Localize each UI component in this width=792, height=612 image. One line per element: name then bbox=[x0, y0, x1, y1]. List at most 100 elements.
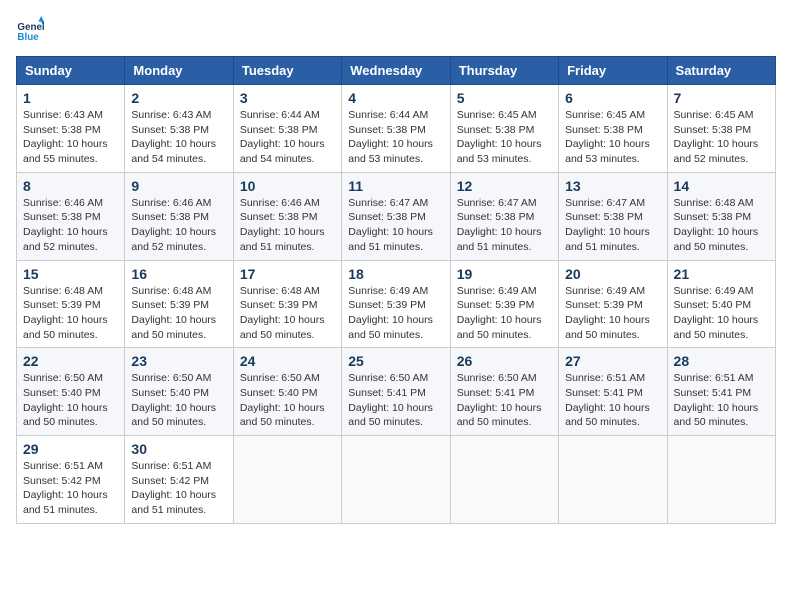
calendar-cell: 29 Sunrise: 6:51 AMSunset: 5:42 PMDaylig… bbox=[17, 436, 125, 524]
day-number: 13 bbox=[565, 178, 660, 194]
day-number: 28 bbox=[674, 353, 769, 369]
day-info: Sunrise: 6:49 AMSunset: 5:40 PMDaylight:… bbox=[674, 284, 769, 343]
day-number: 24 bbox=[240, 353, 335, 369]
day-info: Sunrise: 6:46 AMSunset: 5:38 PMDaylight:… bbox=[240, 196, 335, 255]
day-number: 12 bbox=[457, 178, 552, 194]
column-header-tuesday: Tuesday bbox=[233, 57, 341, 85]
calendar-cell: 16 Sunrise: 6:48 AMSunset: 5:39 PMDaylig… bbox=[125, 260, 233, 348]
calendar-cell: 15 Sunrise: 6:48 AMSunset: 5:39 PMDaylig… bbox=[17, 260, 125, 348]
page-header: General Blue bbox=[16, 16, 776, 44]
calendar-cell: 25 Sunrise: 6:50 AMSunset: 5:41 PMDaylig… bbox=[342, 348, 450, 436]
day-number: 29 bbox=[23, 441, 118, 457]
calendar-week-5: 29 Sunrise: 6:51 AMSunset: 5:42 PMDaylig… bbox=[17, 436, 776, 524]
column-header-saturday: Saturday bbox=[667, 57, 775, 85]
calendar-cell: 9 Sunrise: 6:46 AMSunset: 5:38 PMDayligh… bbox=[125, 172, 233, 260]
day-info: Sunrise: 6:51 AMSunset: 5:41 PMDaylight:… bbox=[674, 371, 769, 430]
calendar-week-1: 1 Sunrise: 6:43 AMSunset: 5:38 PMDayligh… bbox=[17, 85, 776, 173]
day-info: Sunrise: 6:48 AMSunset: 5:39 PMDaylight:… bbox=[240, 284, 335, 343]
calendar-cell: 28 Sunrise: 6:51 AMSunset: 5:41 PMDaylig… bbox=[667, 348, 775, 436]
day-number: 7 bbox=[674, 90, 769, 106]
calendar-table: SundayMondayTuesdayWednesdayThursdayFrid… bbox=[16, 56, 776, 524]
column-header-friday: Friday bbox=[559, 57, 667, 85]
calendar-week-4: 22 Sunrise: 6:50 AMSunset: 5:40 PMDaylig… bbox=[17, 348, 776, 436]
day-number: 19 bbox=[457, 266, 552, 282]
day-number: 16 bbox=[131, 266, 226, 282]
calendar-cell bbox=[450, 436, 558, 524]
day-info: Sunrise: 6:51 AMSunset: 5:42 PMDaylight:… bbox=[131, 459, 226, 518]
day-info: Sunrise: 6:50 AMSunset: 5:40 PMDaylight:… bbox=[240, 371, 335, 430]
day-info: Sunrise: 6:45 AMSunset: 5:38 PMDaylight:… bbox=[457, 108, 552, 167]
calendar-cell bbox=[233, 436, 341, 524]
calendar-week-2: 8 Sunrise: 6:46 AMSunset: 5:38 PMDayligh… bbox=[17, 172, 776, 260]
day-number: 1 bbox=[23, 90, 118, 106]
column-header-monday: Monday bbox=[125, 57, 233, 85]
day-number: 23 bbox=[131, 353, 226, 369]
day-number: 22 bbox=[23, 353, 118, 369]
calendar-cell: 17 Sunrise: 6:48 AMSunset: 5:39 PMDaylig… bbox=[233, 260, 341, 348]
column-header-wednesday: Wednesday bbox=[342, 57, 450, 85]
calendar-cell: 10 Sunrise: 6:46 AMSunset: 5:38 PMDaylig… bbox=[233, 172, 341, 260]
day-info: Sunrise: 6:49 AMSunset: 5:39 PMDaylight:… bbox=[457, 284, 552, 343]
day-info: Sunrise: 6:50 AMSunset: 5:41 PMDaylight:… bbox=[348, 371, 443, 430]
day-number: 9 bbox=[131, 178, 226, 194]
day-info: Sunrise: 6:44 AMSunset: 5:38 PMDaylight:… bbox=[240, 108, 335, 167]
day-number: 3 bbox=[240, 90, 335, 106]
day-info: Sunrise: 6:43 AMSunset: 5:38 PMDaylight:… bbox=[23, 108, 118, 167]
day-info: Sunrise: 6:45 AMSunset: 5:38 PMDaylight:… bbox=[565, 108, 660, 167]
calendar-cell: 24 Sunrise: 6:50 AMSunset: 5:40 PMDaylig… bbox=[233, 348, 341, 436]
calendar-cell: 26 Sunrise: 6:50 AMSunset: 5:41 PMDaylig… bbox=[450, 348, 558, 436]
calendar-cell: 8 Sunrise: 6:46 AMSunset: 5:38 PMDayligh… bbox=[17, 172, 125, 260]
day-number: 27 bbox=[565, 353, 660, 369]
calendar-cell: 20 Sunrise: 6:49 AMSunset: 5:39 PMDaylig… bbox=[559, 260, 667, 348]
calendar-cell: 12 Sunrise: 6:47 AMSunset: 5:38 PMDaylig… bbox=[450, 172, 558, 260]
column-header-sunday: Sunday bbox=[17, 57, 125, 85]
day-number: 4 bbox=[348, 90, 443, 106]
day-info: Sunrise: 6:51 AMSunset: 5:42 PMDaylight:… bbox=[23, 459, 118, 518]
day-info: Sunrise: 6:46 AMSunset: 5:38 PMDaylight:… bbox=[131, 196, 226, 255]
day-number: 17 bbox=[240, 266, 335, 282]
day-info: Sunrise: 6:48 AMSunset: 5:39 PMDaylight:… bbox=[131, 284, 226, 343]
calendar-cell: 4 Sunrise: 6:44 AMSunset: 5:38 PMDayligh… bbox=[342, 85, 450, 173]
day-info: Sunrise: 6:50 AMSunset: 5:40 PMDaylight:… bbox=[23, 371, 118, 430]
day-number: 21 bbox=[674, 266, 769, 282]
day-number: 30 bbox=[131, 441, 226, 457]
day-info: Sunrise: 6:47 AMSunset: 5:38 PMDaylight:… bbox=[565, 196, 660, 255]
day-info: Sunrise: 6:50 AMSunset: 5:41 PMDaylight:… bbox=[457, 371, 552, 430]
calendar-cell: 5 Sunrise: 6:45 AMSunset: 5:38 PMDayligh… bbox=[450, 85, 558, 173]
calendar-cell: 30 Sunrise: 6:51 AMSunset: 5:42 PMDaylig… bbox=[125, 436, 233, 524]
calendar-week-3: 15 Sunrise: 6:48 AMSunset: 5:39 PMDaylig… bbox=[17, 260, 776, 348]
day-info: Sunrise: 6:49 AMSunset: 5:39 PMDaylight:… bbox=[348, 284, 443, 343]
calendar-cell: 7 Sunrise: 6:45 AMSunset: 5:38 PMDayligh… bbox=[667, 85, 775, 173]
day-number: 5 bbox=[457, 90, 552, 106]
calendar-cell: 18 Sunrise: 6:49 AMSunset: 5:39 PMDaylig… bbox=[342, 260, 450, 348]
logo-icon: General Blue bbox=[16, 16, 44, 44]
calendar-cell: 27 Sunrise: 6:51 AMSunset: 5:41 PMDaylig… bbox=[559, 348, 667, 436]
calendar-cell: 21 Sunrise: 6:49 AMSunset: 5:40 PMDaylig… bbox=[667, 260, 775, 348]
calendar-cell: 11 Sunrise: 6:47 AMSunset: 5:38 PMDaylig… bbox=[342, 172, 450, 260]
day-number: 2 bbox=[131, 90, 226, 106]
calendar-cell: 13 Sunrise: 6:47 AMSunset: 5:38 PMDaylig… bbox=[559, 172, 667, 260]
day-number: 20 bbox=[565, 266, 660, 282]
column-header-thursday: Thursday bbox=[450, 57, 558, 85]
day-number: 14 bbox=[674, 178, 769, 194]
day-info: Sunrise: 6:49 AMSunset: 5:39 PMDaylight:… bbox=[565, 284, 660, 343]
calendar-header-row: SundayMondayTuesdayWednesdayThursdayFrid… bbox=[17, 57, 776, 85]
day-number: 15 bbox=[23, 266, 118, 282]
day-info: Sunrise: 6:50 AMSunset: 5:40 PMDaylight:… bbox=[131, 371, 226, 430]
day-number: 11 bbox=[348, 178, 443, 194]
calendar-cell bbox=[559, 436, 667, 524]
day-info: Sunrise: 6:47 AMSunset: 5:38 PMDaylight:… bbox=[457, 196, 552, 255]
day-number: 25 bbox=[348, 353, 443, 369]
day-number: 6 bbox=[565, 90, 660, 106]
day-number: 18 bbox=[348, 266, 443, 282]
calendar-cell bbox=[667, 436, 775, 524]
day-number: 26 bbox=[457, 353, 552, 369]
calendar-cell: 19 Sunrise: 6:49 AMSunset: 5:39 PMDaylig… bbox=[450, 260, 558, 348]
calendar-cell: 1 Sunrise: 6:43 AMSunset: 5:38 PMDayligh… bbox=[17, 85, 125, 173]
calendar-cell: 14 Sunrise: 6:48 AMSunset: 5:38 PMDaylig… bbox=[667, 172, 775, 260]
day-info: Sunrise: 6:48 AMSunset: 5:38 PMDaylight:… bbox=[674, 196, 769, 255]
logo: General Blue bbox=[16, 16, 44, 44]
calendar-cell: 22 Sunrise: 6:50 AMSunset: 5:40 PMDaylig… bbox=[17, 348, 125, 436]
day-number: 10 bbox=[240, 178, 335, 194]
day-info: Sunrise: 6:46 AMSunset: 5:38 PMDaylight:… bbox=[23, 196, 118, 255]
